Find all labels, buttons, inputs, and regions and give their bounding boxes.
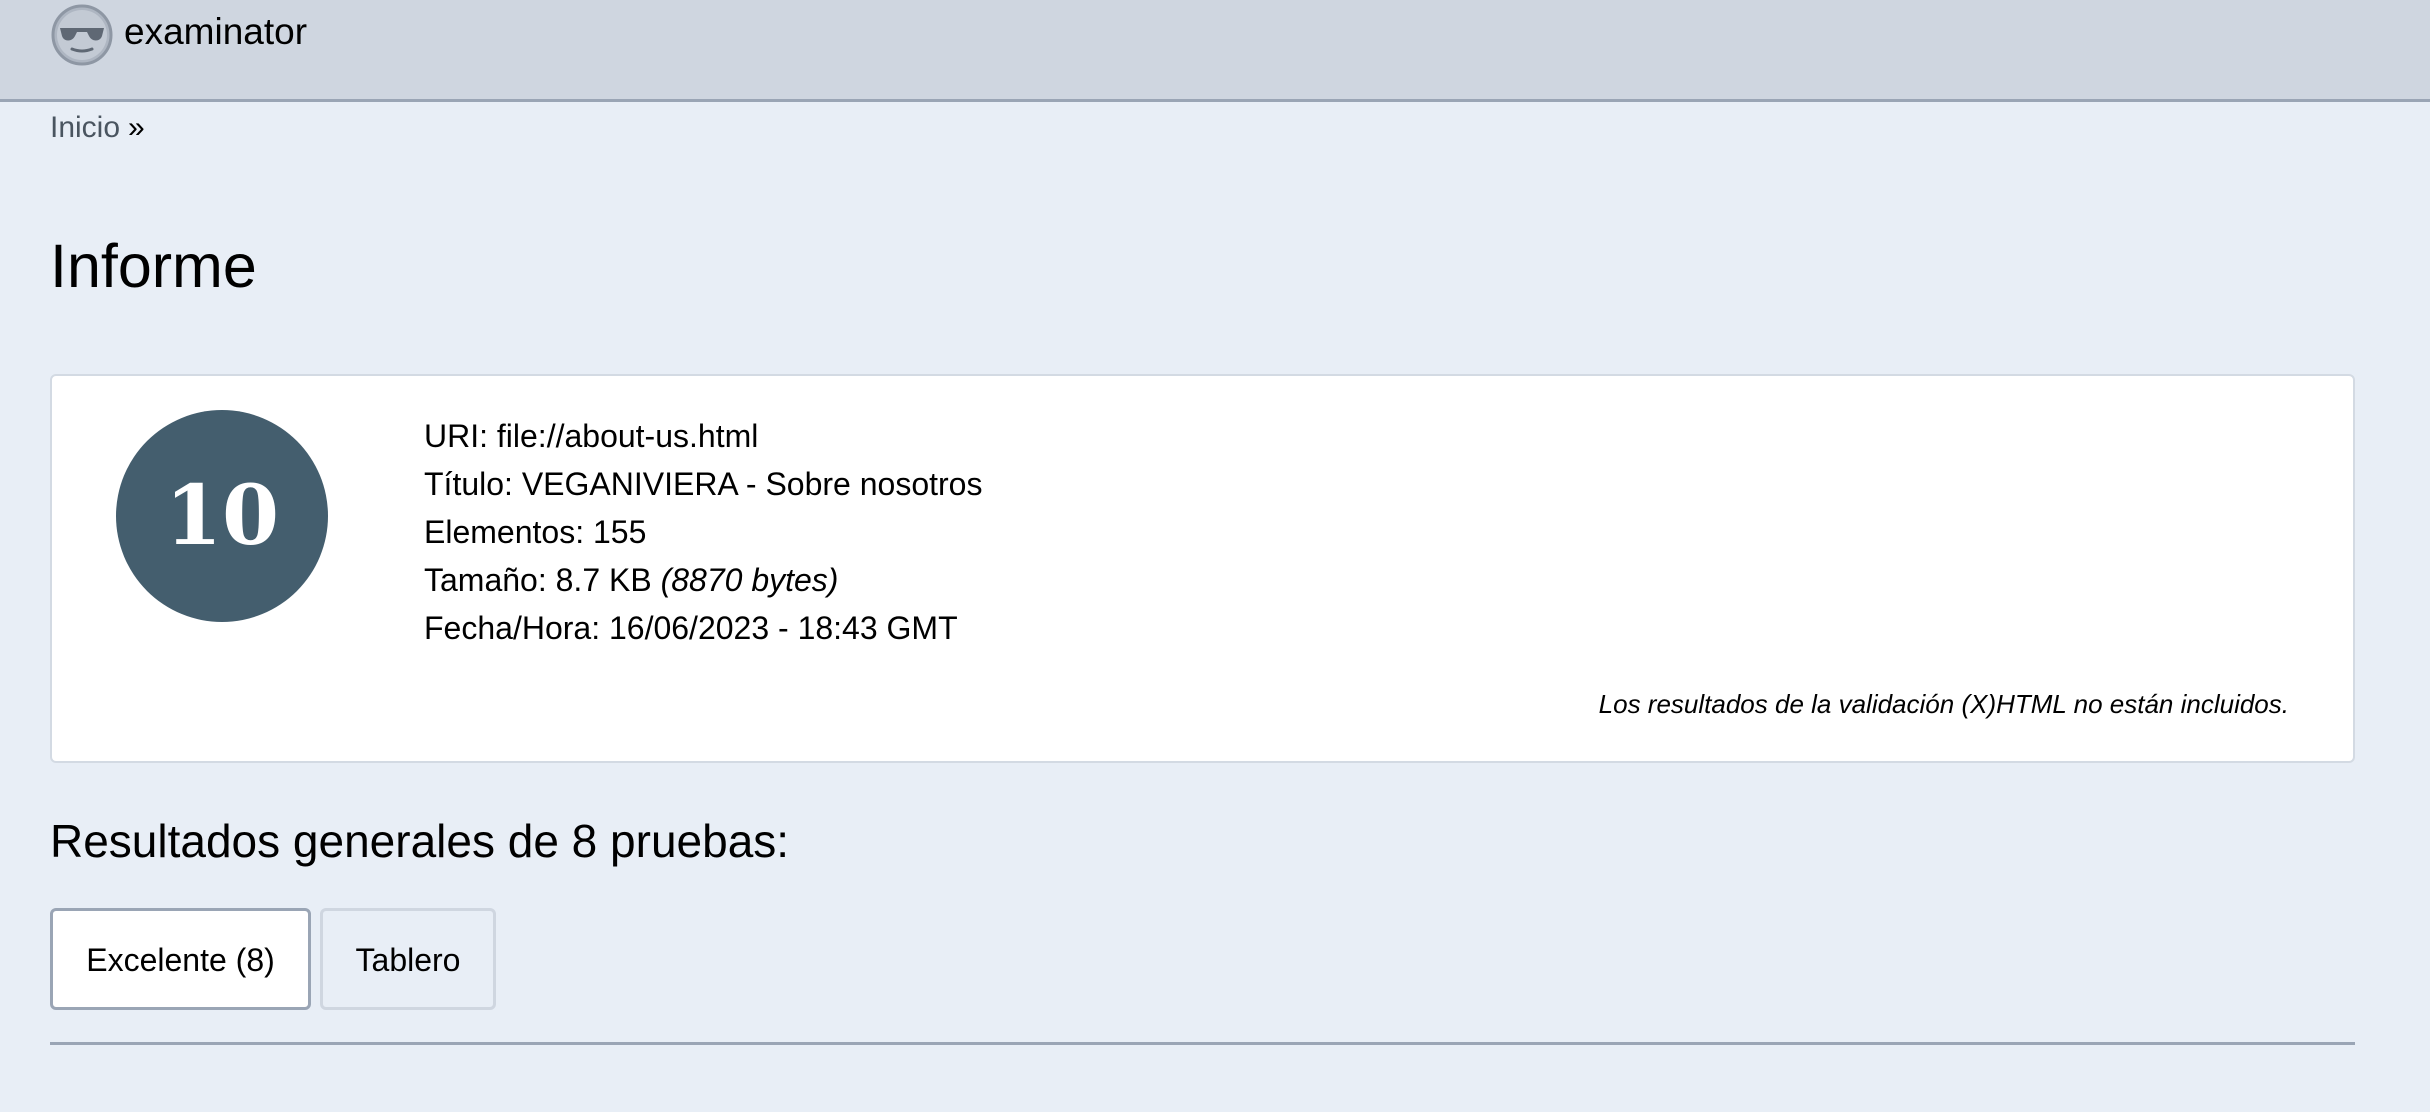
report-title: Título: VEGANIVIERA - Sobre nosotros	[424, 466, 983, 502]
report-summary-card: 10 URI: file://about-us.html Título: VEG…	[50, 374, 2355, 763]
section-divider	[50, 1042, 2355, 1045]
breadcrumb-separator: »	[128, 111, 145, 144]
score-badge: 10	[116, 410, 328, 622]
report-datetime: Fecha/Hora: 16/06/2023 - 18:43 GMT	[424, 610, 958, 646]
breadcrumb: Inicio»	[50, 108, 145, 148]
page-title: Informe	[50, 232, 257, 300]
report-size-bytes: (8870 bytes)	[660, 562, 839, 598]
report-metadata: URI: file://about-us.html Título: VEGANI…	[424, 412, 982, 652]
tab-tablero[interactable]: Tablero	[320, 908, 496, 1010]
report-size-label: Tamaño: 8.7 KB	[424, 562, 652, 598]
validation-note: Los resultados de la validación (X)HTML …	[1598, 689, 2289, 719]
report-elements: Elementos: 155	[424, 514, 647, 550]
tab-excelente[interactable]: Excelente (8)	[50, 908, 311, 1010]
brand-name[interactable]: examinator	[124, 10, 307, 54]
sunglasses-face-icon[interactable]	[50, 3, 114, 67]
report-uri: URI: file://about-us.html	[424, 418, 759, 454]
breadcrumb-home-link[interactable]: Inicio	[50, 111, 120, 144]
top-bar: examinator	[0, 0, 2430, 102]
results-heading: Resultados generales de 8 pruebas:	[50, 815, 790, 867]
report-size: Tamaño: 8.7 KB (8870 bytes)	[424, 556, 982, 604]
score-value: 10	[164, 468, 280, 564]
